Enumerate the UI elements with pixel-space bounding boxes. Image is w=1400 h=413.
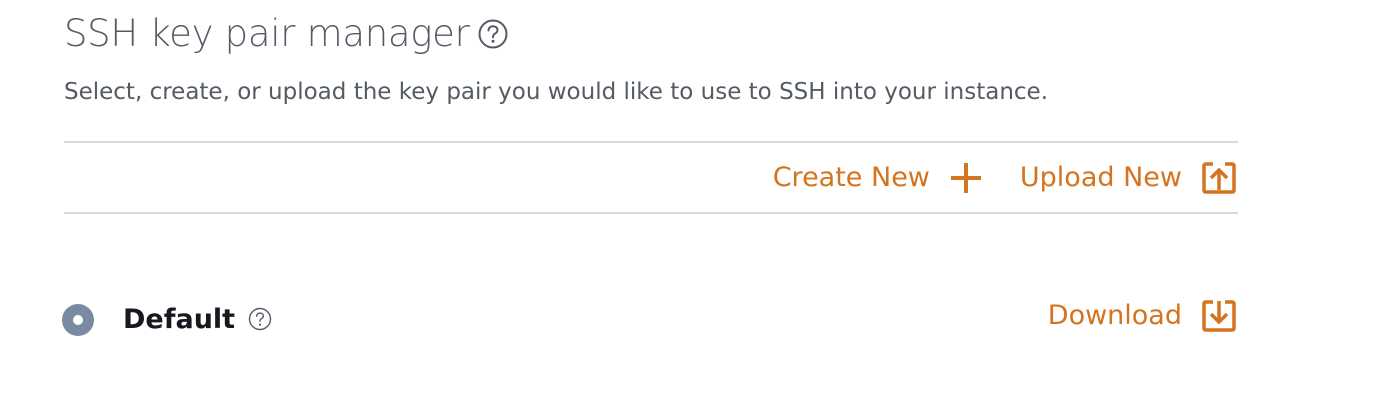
- create-new-button[interactable]: Create New: [773, 156, 984, 200]
- download-button[interactable]: Download: [1048, 294, 1238, 338]
- key-pair-radio[interactable]: [62, 304, 94, 336]
- download-label: Download: [1047, 300, 1182, 331]
- divider: [64, 212, 1238, 214]
- page-description: Select, create, or upload the key pair y…: [64, 79, 1049, 105]
- plus-icon: [948, 160, 984, 196]
- download-icon: [1200, 297, 1238, 335]
- key-pair-actions: Create New Upload New: [773, 156, 1238, 200]
- upload-icon: [1200, 159, 1238, 197]
- page-title: SSH key pair manager: [64, 12, 470, 55]
- question-circle-icon[interactable]: [478, 19, 508, 49]
- key-pair-name: Default: [123, 304, 236, 335]
- radio-selected-dot: [73, 315, 83, 325]
- upload-new-label: Upload New: [1019, 162, 1182, 193]
- upload-new-button[interactable]: Upload New: [1020, 156, 1238, 200]
- ssh-key-pair-manager-panel: SSH key pair manager Select, create, or …: [0, 0, 1400, 413]
- title-row: SSH key pair manager: [64, 10, 508, 58]
- divider: [64, 141, 1238, 143]
- create-new-label: Create New: [772, 162, 930, 193]
- question-circle-icon[interactable]: [248, 307, 272, 331]
- key-pair-row-default: Default Download: [62, 294, 1238, 344]
